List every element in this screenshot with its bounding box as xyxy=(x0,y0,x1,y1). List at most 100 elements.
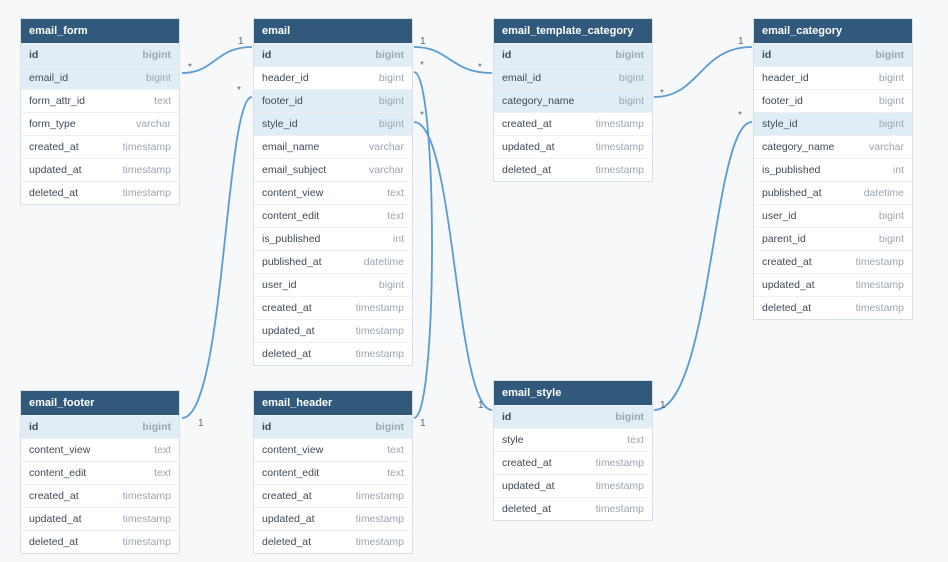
column-type: timestamp xyxy=(356,513,404,525)
column-name: deleted_at xyxy=(29,187,78,199)
table-row[interactable]: category_namevarchar xyxy=(754,135,912,158)
table-row[interactable]: content_edittext xyxy=(21,461,179,484)
table-row[interactable]: idbigint xyxy=(254,415,412,438)
table-row[interactable]: updated_attimestamp xyxy=(21,507,179,530)
table-row[interactable]: idbigint xyxy=(21,43,179,66)
table-row[interactable]: deleted_attimestamp xyxy=(254,342,412,365)
table-row[interactable]: updated_attimestamp xyxy=(21,158,179,181)
table-row[interactable]: idbigint xyxy=(754,43,912,66)
table-row[interactable]: idbigint xyxy=(21,415,179,438)
column-name: content_edit xyxy=(262,467,319,479)
column-name: content_edit xyxy=(29,467,86,479)
table-row[interactable]: styletext xyxy=(494,428,652,451)
column-type: timestamp xyxy=(596,503,644,515)
table-row[interactable]: deleted_attimestamp xyxy=(21,181,179,204)
column-name: id xyxy=(29,49,38,61)
table-row[interactable]: footer_id bigint xyxy=(754,89,912,112)
table-row[interactable]: idbigint xyxy=(254,43,412,66)
table-row[interactable]: updated_attimestamp xyxy=(254,319,412,342)
table-row[interactable]: is_published int xyxy=(754,158,912,181)
table-row[interactable]: header_idbigint xyxy=(254,66,412,89)
table-email[interactable]: email idbigintheader_idbigintfooter_idbi… xyxy=(253,18,413,366)
table-row[interactable]: created_attimestamp xyxy=(21,484,179,507)
column-name: updated_at xyxy=(29,164,82,176)
column-name: content_view xyxy=(262,187,323,199)
column-name: footer_id xyxy=(762,95,803,107)
column-type: datetime xyxy=(364,256,404,268)
table-row[interactable]: deleted_attimestamp xyxy=(494,497,652,520)
column-name: parent_id xyxy=(762,233,806,245)
table-row[interactable]: content_edittext xyxy=(254,461,412,484)
column-type: text xyxy=(154,95,171,107)
table-row[interactable]: style_idbigint xyxy=(254,112,412,135)
table-row[interactable]: deleted_attimestamp xyxy=(754,296,912,319)
column-name: id xyxy=(502,411,511,423)
column-type: text xyxy=(387,444,404,456)
table-row[interactable]: content_edittext xyxy=(254,204,412,227)
table-row[interactable]: category_namebigint xyxy=(494,89,652,112)
column-type: timestamp xyxy=(123,490,171,502)
table-email-template-category[interactable]: email_template_category idbigintemail_id… xyxy=(493,18,653,182)
table-row[interactable]: created_attimestamp xyxy=(21,135,179,158)
table-row[interactable]: updated_attimestamp xyxy=(494,135,652,158)
table-row[interactable]: published_atdatetime xyxy=(754,181,912,204)
table-row[interactable]: is_publishedint xyxy=(254,227,412,250)
table-email-form[interactable]: email_form idbigintemail_idbigintform_at… xyxy=(20,18,180,205)
table-row[interactable]: content_viewtext xyxy=(254,438,412,461)
column-name: updated_at xyxy=(262,325,315,337)
table-row[interactable]: created_attimestamp xyxy=(754,250,912,273)
column-type: int xyxy=(893,164,904,176)
table-row[interactable]: user_idbigint xyxy=(754,204,912,227)
column-type: bigint xyxy=(879,95,904,107)
table-title: email_footer xyxy=(21,391,179,415)
column-type: bigint xyxy=(879,72,904,84)
table-row[interactable]: deleted_attimestamp xyxy=(254,530,412,553)
table-row[interactable]: content_viewtext xyxy=(21,438,179,461)
table-row[interactable]: updated_at timestamp xyxy=(254,507,412,530)
table-row[interactable]: style_idbigint xyxy=(754,112,912,135)
table-row[interactable]: user_idbigint xyxy=(254,273,412,296)
table-row[interactable]: form_attr_idtext xyxy=(21,89,179,112)
column-name: created_at xyxy=(29,141,79,153)
table-row[interactable]: updated_attimestamp xyxy=(754,273,912,296)
table-row[interactable]: created_attimestamp xyxy=(494,112,652,135)
table-row[interactable]: published_atdatetime xyxy=(254,250,412,273)
table-row[interactable]: email_namevarchar xyxy=(254,135,412,158)
table-row[interactable]: form_typevarchar xyxy=(21,112,179,135)
table-row[interactable]: updated_attimestamp xyxy=(494,474,652,497)
table-row[interactable]: header_idbigint xyxy=(754,66,912,89)
rows-email-category: idbigintheader_idbigintfooter_idbigintst… xyxy=(754,43,912,319)
column-name: is_published xyxy=(762,164,820,176)
table-row[interactable]: footer_idbigint xyxy=(254,89,412,112)
table-row[interactable]: email_subjectvarchar xyxy=(254,158,412,181)
table-row[interactable]: parent_id bigint xyxy=(754,227,912,250)
table-row[interactable]: created_attimestamp xyxy=(494,451,652,474)
table-email-category[interactable]: email_category idbigintheader_idbigintfo… xyxy=(753,18,913,320)
table-row[interactable]: email_idbigint xyxy=(21,66,179,89)
column-type: bigint xyxy=(375,421,404,433)
table-row[interactable]: created_attimestamp xyxy=(254,484,412,507)
column-type: bigint xyxy=(875,49,904,61)
table-email-header[interactable]: email_header idbigintcontent_viewtextcon… xyxy=(253,390,413,554)
cardinality-one: 1 xyxy=(660,400,666,411)
column-type: varchar xyxy=(869,141,904,153)
rows-email-header: idbigintcontent_viewtextcontent_edittext… xyxy=(254,415,412,553)
column-type: text xyxy=(154,444,171,456)
cardinality-many: * xyxy=(478,62,482,73)
column-name: updated_at xyxy=(262,513,315,525)
table-row[interactable]: idbigint xyxy=(494,405,652,428)
table-row[interactable]: email_idbigint xyxy=(494,66,652,89)
column-type: bigint xyxy=(379,118,404,130)
table-email-style[interactable]: email_style idbigintstyletextcreated_att… xyxy=(493,380,653,521)
column-type: bigint xyxy=(615,49,644,61)
column-name: content_edit xyxy=(262,210,319,222)
column-name: deleted_at xyxy=(762,302,811,314)
table-row[interactable]: created_attimestamp xyxy=(254,296,412,319)
table-row[interactable]: deleted_attimestamp xyxy=(494,158,652,181)
table-row[interactable]: deleted_attimestamp xyxy=(21,530,179,553)
table-row[interactable]: idbigint xyxy=(494,43,652,66)
table-row[interactable]: content_viewtext xyxy=(254,181,412,204)
table-email-footer[interactable]: email_footer idbigintcontent_viewtextcon… xyxy=(20,390,180,554)
table-title: email_category xyxy=(754,19,912,43)
column-type: bigint xyxy=(879,233,904,245)
